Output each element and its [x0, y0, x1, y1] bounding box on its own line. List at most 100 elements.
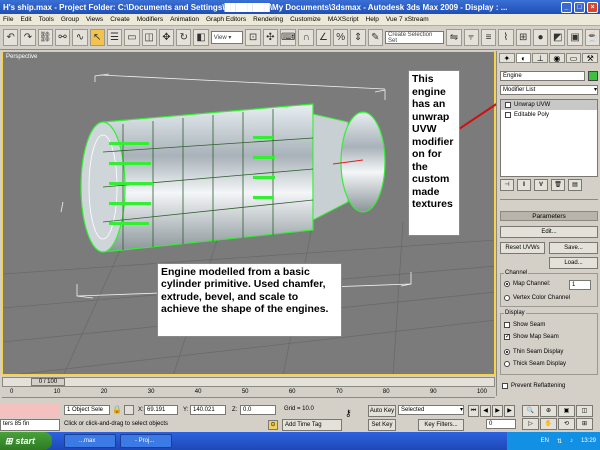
- load-button[interactable]: Load...: [549, 257, 598, 269]
- show-map-seam-checkbox[interactable]: ✓ Show Map Seam: [504, 334, 559, 340]
- reference-coordinate-select[interactable]: View ▾: [210, 31, 244, 44]
- pin-stack-icon[interactable]: ⊣: [500, 179, 514, 191]
- percent-snap-icon[interactable]: %: [333, 29, 349, 46]
- align-icon[interactable]: ⫧: [463, 29, 479, 46]
- menu-modifiers[interactable]: Modifiers: [137, 16, 163, 23]
- key-mode-dropdown[interactable]: Selected ▾: [398, 405, 464, 415]
- auto-key-button[interactable]: Auto Key: [368, 405, 396, 417]
- current-frame-input[interactable]: 0: [486, 419, 516, 429]
- set-key-button[interactable]: Set Key: [368, 419, 396, 431]
- taskbar-item-max[interactable]: ...max: [64, 434, 116, 448]
- create-tab-icon[interactable]: ✦: [499, 53, 515, 63]
- edit-named-selection-icon[interactable]: ✎: [367, 29, 383, 46]
- minimize-button[interactable]: _: [561, 1, 572, 13]
- curve-editor-icon[interactable]: ⌇: [498, 29, 514, 46]
- go-to-start-icon[interactable]: ⏮: [468, 405, 479, 417]
- spinner-snap-icon[interactable]: ⇕: [350, 29, 366, 46]
- taskbar-item-project[interactable]: - Proj...: [120, 434, 172, 448]
- track-bar[interactable]: 0 10 20 30 40 50 60 70 80 90 100: [2, 388, 495, 398]
- prevent-reflattening-checkbox[interactable]: Prevent Reflattening: [502, 383, 565, 389]
- angle-snap-icon[interactable]: ∠: [315, 29, 332, 46]
- parameters-rollout-header[interactable]: Parameters: [500, 211, 598, 221]
- key-filters-button[interactable]: Key Filters...: [418, 419, 464, 431]
- menu-file[interactable]: File: [3, 16, 13, 23]
- edit-button[interactable]: Edit...: [500, 226, 598, 238]
- menu-views[interactable]: Views: [86, 16, 103, 23]
- object-name-field[interactable]: Engine: [500, 71, 585, 81]
- menu-group[interactable]: Group: [61, 16, 79, 23]
- absolute-mode-toggle[interactable]: [124, 405, 134, 415]
- unlink-icon[interactable]: ⚯: [54, 29, 71, 46]
- thick-seam-option[interactable]: Thick Seam Display: [504, 361, 566, 367]
- menu-help[interactable]: Help: [366, 16, 379, 23]
- material-editor-icon[interactable]: ●: [532, 29, 549, 46]
- scale-icon[interactable]: ◧: [193, 29, 209, 46]
- menu-edit[interactable]: Edit: [20, 16, 31, 23]
- maxscript-listener-pink[interactable]: [0, 404, 60, 418]
- orbit-icon[interactable]: ⟲: [558, 418, 575, 430]
- snaps-toggle-icon[interactable]: ∩: [298, 29, 314, 46]
- maximize-viewport-icon[interactable]: ⊞: [576, 418, 593, 430]
- map-channel-input[interactable]: 1: [569, 280, 591, 290]
- light-bulb-icon[interactable]: [505, 102, 511, 108]
- menu-vue[interactable]: Vue 7 xStream: [386, 16, 429, 23]
- display-tab-icon[interactable]: ▭: [565, 53, 582, 63]
- select-by-name-icon[interactable]: ☰: [106, 29, 123, 46]
- lock-icon[interactable]: 🔒: [112, 405, 122, 414]
- save-button[interactable]: Save...: [549, 242, 598, 254]
- zoom-extents-all-icon[interactable]: ◫: [576, 405, 593, 417]
- schematic-view-icon[interactable]: ⊞: [515, 29, 531, 46]
- render-production-icon[interactable]: ☕: [584, 29, 600, 46]
- close-button[interactable]: ×: [587, 1, 598, 13]
- menu-rendering[interactable]: Rendering: [253, 16, 283, 23]
- menu-maxscript[interactable]: MAXScript: [328, 16, 359, 23]
- pivot-center-icon[interactable]: ⊡: [245, 29, 261, 46]
- show-seam-checkbox[interactable]: Show Seam: [504, 322, 545, 328]
- modify-tab-icon[interactable]: ◐: [515, 53, 532, 63]
- rotate-icon[interactable]: ↻: [176, 29, 192, 46]
- field-of-view-icon[interactable]: ▷: [522, 418, 539, 430]
- modifier-list-dropdown[interactable]: Modifier List ▾: [500, 85, 598, 95]
- vertex-color-channel-option[interactable]: Vertex Color Channel: [504, 295, 570, 301]
- viewport-label[interactable]: Perspective: [6, 54, 37, 60]
- hierarchy-tab-icon[interactable]: ⊥: [532, 53, 549, 63]
- play-icon[interactable]: ▶: [492, 405, 503, 417]
- z-coordinate[interactable]: 0.0: [240, 405, 276, 415]
- redo-icon[interactable]: ↷: [20, 29, 36, 46]
- object-color-swatch[interactable]: [588, 71, 598, 81]
- named-selection-set-field[interactable]: Create Selection Set: [385, 31, 445, 44]
- rectangular-selection-icon[interactable]: ▭: [124, 29, 140, 46]
- previous-frame-icon[interactable]: ◀: [480, 405, 491, 417]
- next-frame-icon[interactable]: ▶: [504, 405, 515, 417]
- move-icon[interactable]: ✥: [158, 29, 175, 46]
- zoom-extents-icon[interactable]: ▣: [558, 405, 575, 417]
- rendered-frame-window-icon[interactable]: ▣: [567, 29, 583, 46]
- language-indicator[interactable]: EN: [541, 438, 549, 444]
- configure-modifier-sets-icon[interactable]: ▤: [568, 179, 582, 191]
- window-crossing-icon[interactable]: ◫: [141, 29, 157, 46]
- menu-animation[interactable]: Animation: [170, 16, 199, 23]
- stack-item-unwrap-uvw[interactable]: Unwrap UVW: [501, 100, 597, 110]
- select-object-icon[interactable]: ↖: [89, 29, 105, 46]
- add-time-tag-button[interactable]: Add Time Tag: [282, 419, 342, 431]
- expand-icon[interactable]: [505, 112, 511, 118]
- start-button[interactable]: ⊞ start: [0, 432, 52, 450]
- menu-tools[interactable]: Tools: [39, 16, 54, 23]
- map-channel-option[interactable]: Map Channel:: [504, 281, 550, 287]
- maxscript-listener[interactable]: ters 85 fin: [0, 419, 60, 431]
- layer-manager-icon[interactable]: ≡: [480, 29, 497, 46]
- motion-tab-icon[interactable]: ◉: [549, 53, 565, 63]
- link-icon[interactable]: ⛓: [37, 29, 53, 46]
- menu-create[interactable]: Create: [110, 16, 130, 23]
- utilities-tab-icon[interactable]: ⚒: [582, 53, 599, 63]
- thin-seam-option[interactable]: Thin Seam Display: [504, 349, 563, 355]
- maximize-button[interactable]: □: [574, 1, 585, 13]
- time-slider[interactable]: 0 / 100: [2, 377, 495, 387]
- keyboard-shortcut-icon[interactable]: ⌨: [280, 29, 297, 46]
- undo-icon[interactable]: ↶: [3, 29, 19, 46]
- x-coordinate[interactable]: 69.191: [144, 405, 178, 415]
- key-icon[interactable]: ⚷: [345, 408, 352, 419]
- reset-uvws-button[interactable]: Reset UVWs: [500, 242, 545, 254]
- time-slider-thumb[interactable]: 0 / 100: [31, 378, 65, 386]
- show-end-result-icon[interactable]: ‖: [517, 179, 531, 191]
